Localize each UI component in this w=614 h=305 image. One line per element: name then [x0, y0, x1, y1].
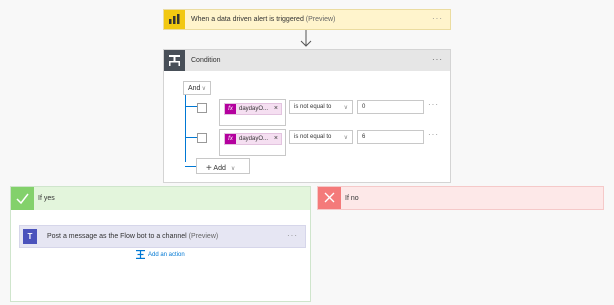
add-action-icon [136, 250, 145, 259]
dynamic-token[interactable]: fx daydayO... × [224, 133, 282, 145]
if-no-title: If no [345, 195, 359, 202]
condition-more-button[interactable]: ··· [432, 55, 443, 64]
chevron-down-icon: ∨ [201, 86, 206, 92]
trigger-title-text: When a data driven alert is triggered [191, 16, 304, 23]
group-operator-value: And [188, 85, 201, 92]
operator-value: is not equal to [294, 134, 332, 140]
operator-dropdown[interactable]: is not equal to ∨ [289, 130, 353, 144]
token-remove-button[interactable]: × [274, 135, 278, 142]
condition-header[interactable]: Condition ··· [164, 50, 450, 71]
row-connector-line [185, 106, 197, 107]
flow-arrow-icon [300, 30, 312, 48]
plus-icon: + [206, 163, 212, 174]
group-operator-dropdown[interactable]: And ∨ [183, 81, 211, 95]
chevron-down-icon: ∨ [343, 135, 348, 141]
power-bi-icon [164, 10, 185, 29]
add-an-action-label: Add an action [148, 252, 185, 258]
row-checkbox[interactable] [197, 103, 207, 113]
trigger-card[interactable]: When a data driven alert is triggered (P… [163, 9, 451, 30]
condition-row: fx daydayO... × is not equal to ∨ 6 ··· [197, 129, 459, 156]
condition-card: Condition ··· And ∨ fx daydayO... × is n… [163, 49, 451, 183]
if-no-branch[interactable]: If no [317, 186, 604, 210]
token-label: daydayO... [239, 136, 269, 142]
operator-dropdown[interactable]: is not equal to ∨ [289, 100, 353, 114]
row-checkbox[interactable] [197, 133, 207, 143]
close-icon [318, 187, 341, 209]
add-label: Add [213, 165, 226, 172]
row-more-button[interactable]: ··· [428, 130, 439, 139]
trigger-more-button[interactable]: ··· [432, 14, 443, 23]
post-message-action-card[interactable]: T Post a message as the Flow bot to a ch… [19, 225, 306, 248]
action-preview-label: (Preview) [188, 233, 219, 240]
token-label: daydayO... [239, 106, 269, 112]
token-remove-button[interactable]: × [274, 105, 278, 112]
left-operand-field[interactable]: fx daydayO... × [219, 99, 286, 126]
action-more-button[interactable]: ··· [287, 231, 298, 240]
expression-icon: fx [225, 134, 236, 144]
teams-icon: T [23, 229, 37, 244]
action-title: Post a message as the Flow bot to a chan… [47, 233, 218, 240]
right-operand-field[interactable]: 6 [357, 130, 424, 144]
if-yes-header[interactable]: If yes [11, 187, 310, 210]
trigger-preview-label: (Preview) [305, 16, 336, 23]
right-operand-field[interactable]: 0 [357, 100, 424, 114]
chevron-down-icon: ∨ [343, 105, 348, 111]
expression-icon: fx [225, 104, 236, 114]
row-more-button[interactable]: ··· [428, 100, 439, 109]
trigger-title: When a data driven alert is triggered (P… [191, 16, 335, 23]
action-title-text: Post a message as the Flow bot to a chan… [47, 233, 187, 240]
add-condition-button[interactable]: + Add ∨ [196, 158, 250, 174]
add-an-action-button[interactable]: Add an action [136, 250, 185, 259]
if-yes-title: If yes [38, 195, 55, 202]
condition-row: fx daydayO... × is not equal to ∨ 0 ··· [197, 99, 459, 126]
condition-icon [164, 50, 185, 71]
operator-value: is not equal to [294, 104, 332, 110]
chevron-down-icon: ∨ [230, 166, 236, 172]
checkmark-icon [11, 187, 34, 210]
row-connector-line [185, 137, 197, 138]
if-yes-branch: If yes T Post a message as the Flow bot … [10, 186, 311, 302]
condition-title: Condition [191, 57, 221, 64]
left-operand-field[interactable]: fx daydayO... × [219, 129, 286, 156]
dynamic-token[interactable]: fx daydayO... × [224, 103, 282, 115]
